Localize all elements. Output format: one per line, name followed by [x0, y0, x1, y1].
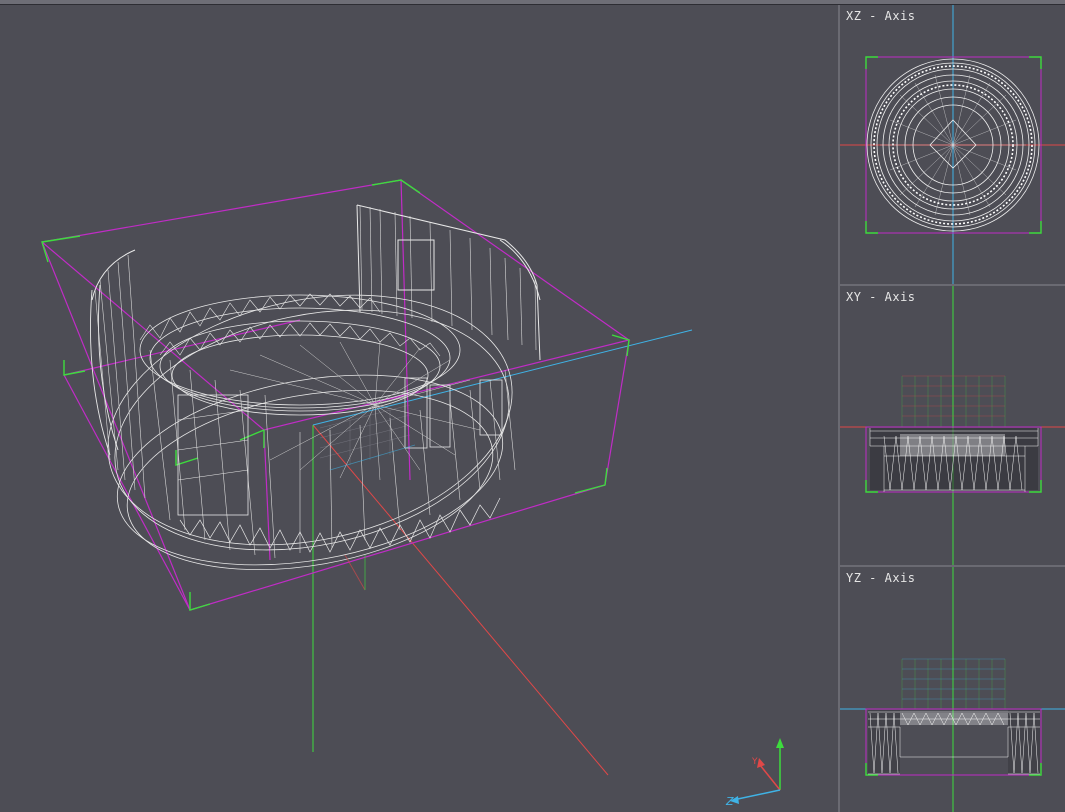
axis-x-line [312, 424, 609, 776]
yz-viewport[interactable]: YZ - Axis [840, 567, 1065, 812]
xy-axis-label: XY - Axis [846, 290, 916, 304]
grid-lines [319, 404, 411, 470]
perspective-viewport[interactable]: Z Y [0, 5, 838, 812]
yz-axis-label: YZ - Axis [846, 571, 916, 585]
perspective-canvas [41, 179, 784, 804]
xy-canvas [840, 286, 1065, 565]
xz-axis-label: XZ - Axis [846, 9, 916, 23]
orientation-gizmo [730, 738, 784, 804]
wireframe-model [90, 204, 541, 571]
xz-canvas [840, 5, 1065, 284]
xy-viewport[interactable]: XY - Axis [840, 286, 1065, 565]
section-planes [329, 444, 416, 591]
axis-z-line [312, 329, 693, 426]
gizmo-y-label: Y [752, 757, 758, 767]
bounding-box [41, 179, 631, 611]
gizmo-z-label: Z [726, 795, 734, 808]
xz-viewport[interactable]: XZ - Axis [840, 5, 1065, 284]
yz-canvas [840, 567, 1065, 812]
bounding-box-corners [41, 179, 630, 611]
